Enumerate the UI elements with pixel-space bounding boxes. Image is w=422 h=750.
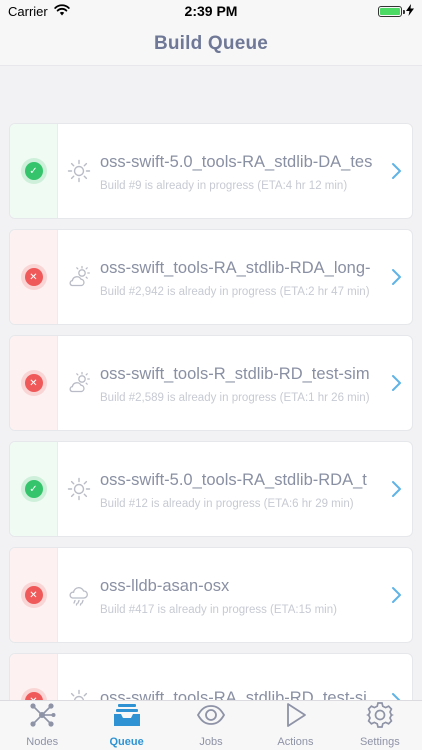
navigation-bar: Build Queue — [0, 22, 422, 66]
job-name: oss-swift-5.0_tools-RA_stdlib-DA_tes — [100, 152, 373, 171]
sunny-icon — [58, 442, 100, 536]
success-check-icon: ✓ — [24, 480, 43, 498]
chevron-right-icon[interactable] — [382, 442, 412, 536]
page-title: Build Queue — [153, 32, 269, 54]
success-check-icon: ✓ — [24, 162, 43, 180]
tab-settings[interactable]: Settings — [338, 701, 422, 750]
tab-bar: Nodes Queue Jobs Actions Settings — [0, 700, 422, 750]
job-name: oss-lldb-asan-osx — [100, 576, 230, 595]
tab-nodes[interactable]: Nodes — [0, 701, 84, 750]
build-progress-info: Build #12 is already in progress (ETA:6 … — [100, 497, 354, 510]
job-name: oss-swift_tools-R_stdlib-RD_test-sim — [100, 364, 370, 383]
tab-label: Settings — [359, 736, 400, 748]
chevron-right-icon[interactable] — [382, 654, 412, 700]
queue-item[interactable]: ✕ oss-lldb-asan-osx Build #417 is alread… — [9, 547, 413, 643]
chevron-right-icon[interactable] — [382, 124, 412, 218]
tab-queue[interactable]: Queue — [84, 701, 168, 750]
build-status-column: ✕ — [10, 230, 58, 324]
queue-item[interactable]: ✓ oss-swift-5.0_tools-RA_stdlib-RDA_t Bu… — [9, 441, 413, 537]
chevron-right-icon[interactable] — [382, 230, 412, 324]
build-progress-info: Build #2,942 is already in progress (ETA… — [100, 285, 370, 298]
status-bar: Carrier 2:39 PM — [0, 0, 422, 22]
queue-item-body: oss-swift-5.0_tools-RA_stdlib-RDA_t Buil… — [100, 442, 382, 536]
job-name: oss-swift_tools-RA_stdlib-RDA_long- — [100, 258, 371, 277]
tab-label: Jobs — [199, 736, 223, 748]
tab-jobs[interactable]: Jobs — [169, 701, 253, 750]
build-status-column: ✓ — [10, 442, 58, 536]
sunny-icon — [58, 124, 100, 218]
build-progress-info: Build #9 is already in progress (ETA:4 h… — [100, 179, 348, 192]
tab-label: Actions — [277, 736, 314, 748]
build-status-column: ✓ — [10, 124, 58, 218]
build-progress-info: Build #417 is already in progress (ETA:1… — [100, 603, 337, 616]
job-name: oss-swift_tools-RA_stdlib-RD_test-si — [100, 688, 367, 701]
play-icon — [280, 700, 310, 735]
queue-tray-icon — [112, 700, 142, 735]
build-progress-info: Build #2,589 is already in progress (ETA… — [100, 391, 370, 404]
failure-x-icon: ✕ — [24, 586, 43, 604]
queue-item-body: oss-lldb-asan-osx Build #417 is already … — [100, 548, 382, 642]
battery-icon — [378, 5, 405, 17]
gear-icon — [365, 700, 395, 735]
carrier-label: Carrier — [8, 3, 48, 19]
queue-item-body: oss-swift_tools-RA_stdlib-RD_test-si — [100, 654, 382, 701]
failure-x-icon: ✕ — [24, 374, 43, 392]
build-queue-list[interactable]: ✓ oss-swift-5.0_tools-RA_stdlib-DA_tes B… — [0, 66, 422, 700]
tab-label: Queue — [109, 736, 144, 748]
queue-item[interactable]: ✕ oss-swift_tools-R_stdlib-RD_test-sim B… — [9, 335, 413, 431]
sunny-icon — [58, 654, 100, 700]
queue-item-body: oss-swift_tools-R_stdlib-RD_test-sim Bui… — [100, 336, 382, 430]
queue-item[interactable]: ✕ oss-swift_tools-RA_stdlib-RD_test-si — [9, 653, 413, 700]
queue-item-body: oss-swift-5.0_tools-RA_stdlib-DA_tes Bui… — [100, 124, 382, 218]
eye-icon — [196, 700, 226, 735]
tab-label: Nodes — [26, 736, 59, 748]
partly-cloudy-icon — [58, 230, 100, 324]
build-status-column: ✕ — [10, 548, 58, 642]
battery-level — [380, 7, 400, 15]
chevron-right-icon[interactable] — [382, 336, 412, 430]
rain-cloud-icon — [58, 548, 100, 642]
nodes-icon — [27, 700, 57, 735]
failure-x-icon: ✕ — [24, 692, 43, 700]
wifi-icon — [54, 3, 70, 19]
queue-item[interactable]: ✓ oss-swift-5.0_tools-RA_stdlib-DA_tes B… — [9, 123, 413, 219]
screen: Carrier 2:39 PM Build Queue ✓ oss-swift-… — [0, 0, 422, 750]
build-status-column: ✕ — [10, 654, 58, 700]
build-status-column: ✕ — [10, 336, 58, 430]
queue-item[interactable]: ✕ oss-swift_tools-RA_stdlib-RDA_long- Bu… — [9, 229, 413, 325]
chevron-right-icon[interactable] — [382, 548, 412, 642]
failure-x-icon: ✕ — [24, 268, 43, 286]
queue-item-body: oss-swift_tools-RA_stdlib-RDA_long- Buil… — [100, 230, 382, 324]
job-name: oss-swift-5.0_tools-RA_stdlib-RDA_t — [100, 470, 367, 489]
partly-cloudy-icon — [58, 336, 100, 430]
tab-actions[interactable]: Actions — [253, 701, 337, 750]
charging-bolt-icon — [406, 3, 414, 19]
